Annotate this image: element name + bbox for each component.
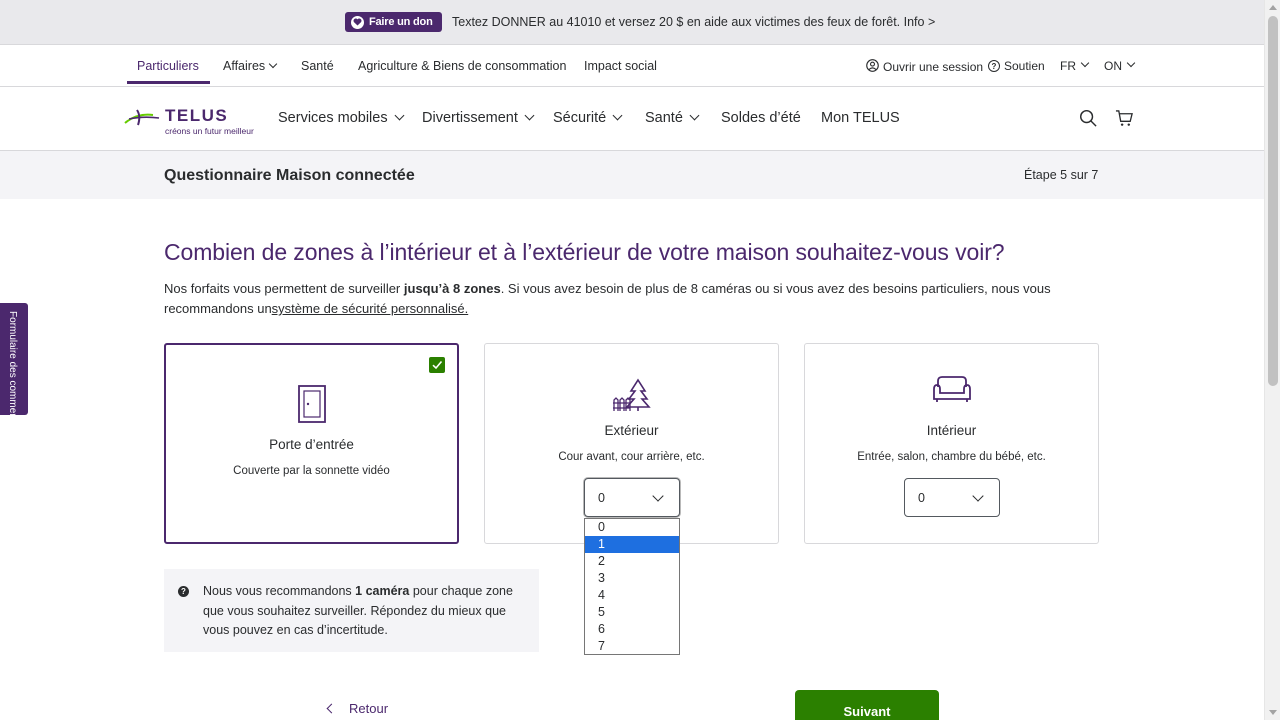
nav-item-sante[interactable]: Santé bbox=[645, 110, 700, 126]
next-button[interactable]: Suivant bbox=[795, 690, 939, 720]
zone-card-front-door[interactable]: Porte d’entrée Couverte par la sonnette … bbox=[164, 343, 459, 544]
card-title: Extérieur bbox=[604, 423, 659, 438]
custom-security-link[interactable]: système de sécurité personnalisé. bbox=[272, 301, 469, 316]
dropdown-option[interactable]: 4 bbox=[585, 587, 679, 604]
chevron-left-icon bbox=[326, 703, 337, 714]
dropdown-option[interactable]: 3 bbox=[585, 570, 679, 587]
card-subtitle: Cour avant, cour arrière, etc. bbox=[558, 451, 705, 463]
select-value: 0 bbox=[918, 491, 925, 505]
trees-fence-icon bbox=[612, 378, 652, 417]
nav-item-label: Sécurité bbox=[553, 110, 607, 126]
search-icon[interactable] bbox=[1079, 109, 1099, 129]
exterior-zone-select[interactable]: 0 bbox=[584, 478, 680, 517]
checkmark-icon bbox=[429, 357, 445, 373]
nav-item-mon-telus[interactable]: Mon TELUS bbox=[821, 110, 900, 126]
sofa-icon bbox=[932, 375, 972, 408]
province-label: ON bbox=[1104, 59, 1122, 73]
nav-item-divertissement[interactable]: Divertissement bbox=[422, 110, 535, 126]
interior-zone-select[interactable]: 0 bbox=[904, 478, 1000, 517]
nav-item-soldes-ete[interactable]: Soldes d’été bbox=[721, 110, 801, 126]
subnav-item-label: Affaires bbox=[223, 59, 266, 73]
chevron-down-icon bbox=[394, 110, 405, 121]
nav-item-services-mobiles[interactable]: Services mobiles bbox=[278, 110, 405, 126]
recommendation-tip: ? Nous vous recommandons 1 caméra pour c… bbox=[164, 569, 539, 652]
telus-swoosh-icon bbox=[124, 109, 160, 126]
logo-wordmark: TELUS bbox=[165, 106, 229, 125]
tip-text: Nous vous recommandons 1 caméra pour cha… bbox=[203, 582, 533, 641]
dropdown-option-highlighted[interactable]: 1 bbox=[585, 536, 679, 553]
language-selector[interactable]: FR bbox=[1060, 58, 1090, 73]
feedback-tab[interactable]: Formulaire des comment bbox=[0, 303, 28, 422]
intro-text: Nos forfaits vous permettent de surveill… bbox=[164, 279, 1064, 319]
subnav-item-affaires[interactable]: Affaires bbox=[223, 59, 278, 73]
intro-text-bold: jusqu’à 8 zones bbox=[403, 281, 501, 296]
tip-text-bold: 1 caméra bbox=[355, 584, 410, 598]
subnav-item-sante[interactable]: Santé bbox=[301, 59, 334, 73]
telus-logo[interactable]: TELUS créons un futur meilleur bbox=[123, 106, 263, 137]
nav-item-label: Services mobiles bbox=[278, 110, 388, 126]
questionnaire-header: Questionnaire Maison connectée Étape 5 s… bbox=[0, 151, 1264, 199]
scroll-down-arrow-icon[interactable] bbox=[1269, 710, 1277, 715]
logo-tagline: créons un futur meilleur bbox=[165, 126, 254, 136]
dropdown-option[interactable]: 5 bbox=[585, 604, 679, 621]
chevron-down-icon bbox=[652, 490, 664, 502]
donate-label: Faire un don bbox=[369, 16, 433, 28]
chevron-down-icon bbox=[612, 110, 623, 121]
door-icon bbox=[296, 384, 328, 429]
page-heading: Combien de zones à l’intérieur et à l’ex… bbox=[164, 239, 1005, 265]
province-selector[interactable]: ON bbox=[1104, 58, 1136, 73]
cart-icon[interactable] bbox=[1115, 109, 1135, 129]
dropdown-option[interactable]: 2 bbox=[585, 553, 679, 570]
nav-item-securite[interactable]: Sécurité bbox=[553, 110, 623, 126]
scrollbar-thumb[interactable] bbox=[1268, 16, 1278, 386]
dropdown-option[interactable]: 0 bbox=[585, 519, 679, 536]
tip-text-before: Nous vous recommandons bbox=[203, 584, 356, 598]
user-icon bbox=[866, 59, 879, 75]
language-label: FR bbox=[1060, 59, 1076, 73]
nav-item-label: Santé bbox=[645, 110, 683, 126]
chevron-down-icon bbox=[689, 110, 700, 121]
card-subtitle: Entrée, salon, chambre du bébé, etc. bbox=[857, 451, 1046, 463]
donate-button[interactable]: Faire un don bbox=[345, 12, 442, 32]
intro-text-before: Nos forfaits vous permettent de surveill… bbox=[164, 281, 404, 296]
chevron-down-icon bbox=[268, 59, 278, 69]
subnav-item-impact-social[interactable]: Impact social bbox=[584, 59, 657, 73]
question-icon: ? bbox=[178, 586, 189, 597]
dropdown-option[interactable]: 6 bbox=[585, 621, 679, 638]
dropdown-option[interactable]: 7 bbox=[585, 638, 679, 655]
select-value: 0 bbox=[598, 491, 605, 505]
chevron-down-icon bbox=[524, 110, 535, 121]
chevron-down-icon bbox=[972, 490, 984, 502]
card-title: Porte d’entrée bbox=[269, 437, 354, 452]
card-subtitle: Couverte par la sonnette vidéo bbox=[233, 465, 390, 477]
active-tab-indicator bbox=[127, 81, 210, 84]
subnav-item-agriculture[interactable]: Agriculture & Biens de consommation bbox=[358, 59, 566, 73]
heart-icon bbox=[351, 15, 364, 29]
support-label: Soutien bbox=[1004, 59, 1045, 73]
help-icon: ? bbox=[988, 60, 1000, 72]
promo-message[interactable]: Textez DONNER au 41010 et versez 20 $ en… bbox=[452, 15, 935, 29]
exterior-zone-dropdown: 0 1 2 3 4 5 6 7 bbox=[584, 518, 680, 655]
back-button[interactable]: Retour bbox=[326, 701, 389, 716]
feedback-label: Formulaire des comment bbox=[7, 311, 18, 422]
login-link[interactable]: Ouvrir une session bbox=[866, 59, 983, 75]
login-label: Ouvrir une session bbox=[883, 60, 984, 74]
subnav-item-particuliers[interactable]: Particuliers bbox=[137, 59, 199, 73]
step-indicator: Étape 5 sur 7 bbox=[1024, 168, 1099, 182]
promo-banner: Faire un don Textez DONNER au 41010 et v… bbox=[0, 0, 1264, 45]
questionnaire-title: Questionnaire Maison connectée bbox=[164, 167, 415, 184]
chevron-down-icon bbox=[1126, 58, 1136, 68]
scroll-up-arrow-icon[interactable] bbox=[1269, 5, 1277, 10]
nav-item-label: Divertissement bbox=[422, 110, 518, 126]
card-title: Intérieur bbox=[926, 423, 977, 438]
chevron-down-icon bbox=[1080, 58, 1090, 68]
back-label: Retour bbox=[349, 701, 389, 716]
page-scrollbar[interactable] bbox=[1264, 0, 1280, 720]
support-link[interactable]: ? Soutien bbox=[988, 59, 1045, 73]
main-nav: TELUS créons un futur meilleur Services … bbox=[0, 87, 1264, 151]
secondary-nav: Particuliers Affaires Santé Agriculture … bbox=[0, 45, 1264, 87]
